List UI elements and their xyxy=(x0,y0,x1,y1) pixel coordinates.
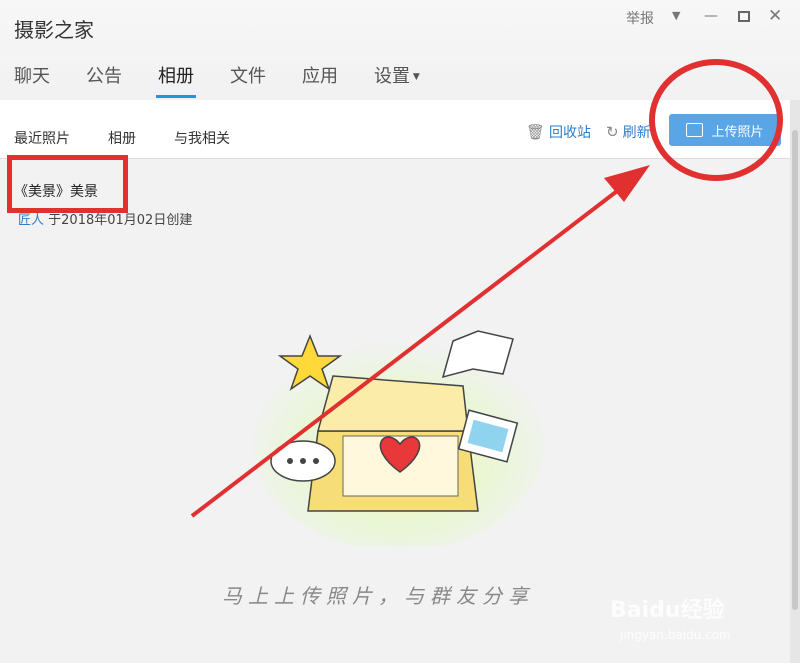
recycle-bin-button[interactable]: 🗑 回收站 xyxy=(526,122,591,142)
subtab-albums[interactable]: 相册 xyxy=(108,128,136,148)
minimize-icon[interactable]: — xyxy=(704,8,718,24)
report-link[interactable]: 举报 xyxy=(626,8,654,28)
refresh-icon: ↻ xyxy=(606,123,619,141)
image-icon xyxy=(686,123,704,137)
refresh-label: 刷新 xyxy=(622,125,651,141)
album-creator-link[interactable]: 匠人 xyxy=(18,213,44,228)
window-title: 摄影之家 xyxy=(14,18,94,42)
close-icon[interactable]: ✕ xyxy=(768,6,782,26)
scrollbar[interactable] xyxy=(790,100,800,663)
watermark-url: jingyan.baidu.com xyxy=(620,628,731,642)
watermark-brand: Baidu经验 xyxy=(610,598,725,623)
tab-settings[interactable]: 设置 ▼ xyxy=(374,62,420,98)
dropdown-caret-icon[interactable]: ▼ xyxy=(672,9,680,22)
tab-files[interactable]: 文件 xyxy=(230,62,266,98)
subtab-related-to-me[interactable]: 与我相关 xyxy=(174,128,230,148)
tab-chat[interactable]: 聊天 xyxy=(14,62,50,98)
subtab-recent-photos[interactable]: 最近照片 xyxy=(14,128,70,148)
refresh-button[interactable]: ↻ 刷新 xyxy=(606,122,651,142)
tab-apps[interactable]: 应用 xyxy=(302,62,338,98)
window-titlebar: 摄影之家 举报 ▼ — ✕ 聊天 公告 相册 文件 应用 设置 ▼ xyxy=(0,0,800,100)
upload-photo-button[interactable]: 上传照片 xyxy=(669,114,781,146)
tab-settings-label: 设置 xyxy=(374,66,410,87)
trash-icon: 🗑 xyxy=(526,123,546,141)
tab-album[interactable]: 相册 xyxy=(156,62,196,98)
scrollbar-thumb[interactable] xyxy=(792,130,798,610)
empty-album-illustration xyxy=(253,330,543,546)
album-created-text: 于2018年01月02日创建 xyxy=(48,213,193,228)
maximize-icon[interactable] xyxy=(738,11,750,22)
tab-bar: 聊天 公告 相册 文件 应用 设置 ▼ xyxy=(14,62,456,98)
tab-announcements[interactable]: 公告 xyxy=(86,62,122,98)
empty-state-slogan: 马上上传照片，与群友分享 xyxy=(222,584,534,608)
album-toolbar: 最近照片 相册 与我相关 🗑 回收站 ↻ 刷新 上传照片 xyxy=(0,100,790,159)
upload-photo-label: 上传照片 xyxy=(711,124,764,140)
chevron-down-icon: ▼ xyxy=(410,72,420,82)
album-title-highlight xyxy=(7,155,128,213)
recycle-bin-label: 回收站 xyxy=(549,125,592,141)
